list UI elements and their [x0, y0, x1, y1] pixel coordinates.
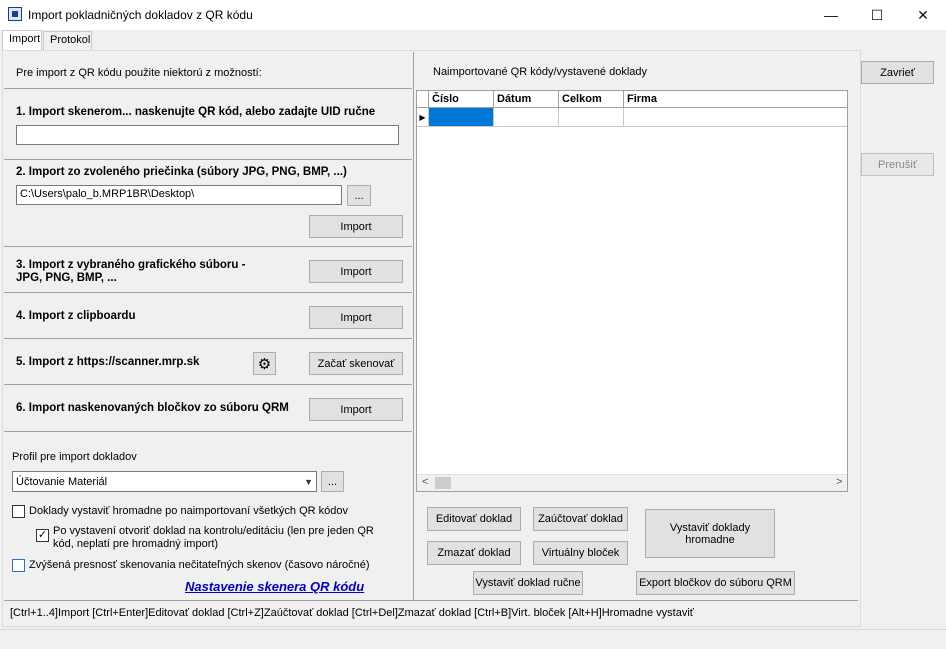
section-2-title: 2. Import zo zvoleného priečinka (súbory…	[16, 166, 347, 178]
column-header-datum[interactable]: Dátum	[494, 91, 559, 108]
bulk-issue-line2: hromadne	[685, 533, 735, 546]
table-cell[interactable]	[559, 108, 624, 127]
table-cell[interactable]	[624, 108, 847, 127]
manual-issue-button[interactable]: Vystaviť doklad ručne	[473, 571, 583, 595]
import-file-button[interactable]: Import	[309, 260, 403, 283]
tab-protokol[interactable]: Protokol	[43, 31, 92, 50]
divider	[4, 292, 412, 293]
import-folder-button[interactable]: Import	[309, 215, 403, 238]
row-pointer-icon: ▶	[417, 108, 429, 127]
start-scanning-button[interactable]: Začať skenovať	[309, 352, 403, 375]
section-1-title: 1. Import skenerom... naskenujte QR kód,…	[16, 106, 376, 118]
scanner-settings-link[interactable]: Nastavenie skenera QR kódu	[185, 579, 364, 594]
bulk-issue-label: Doklady vystaviť hromadne po naimportova…	[29, 505, 348, 517]
profile-select-value: Účtovanie Materiál	[16, 475, 108, 488]
uid-input[interactable]	[16, 125, 399, 145]
tab-import[interactable]: Import	[2, 30, 42, 51]
browse-folder-button[interactable]: ...	[347, 185, 371, 206]
delete-document-button[interactable]: Zmazať doklad	[427, 541, 521, 565]
panel-divider	[413, 52, 414, 600]
divider	[4, 600, 858, 601]
status-bar	[0, 629, 946, 649]
open-after-issue-checkbox[interactable]: ✓	[36, 529, 49, 542]
profile-label: Profil pre import dokladov	[12, 451, 137, 463]
chevron-down-icon: ▼	[304, 476, 313, 487]
column-header-celkom[interactable]: Celkom	[559, 91, 624, 108]
open-after-issue-label-line1: Po vystavení otvoriť doklad na kontrolu/…	[53, 525, 374, 537]
section-3-title-line2: JPG, PNG, BMP, ...	[16, 272, 117, 284]
scroll-left-icon[interactable]: <	[422, 476, 428, 488]
column-header-cislo[interactable]: Číslo	[429, 91, 494, 108]
divider	[4, 159, 412, 160]
section-6-title: 6. Import naskenovaných bločkov zo súbor…	[16, 402, 289, 414]
edit-document-button[interactable]: Editovať doklad	[427, 507, 521, 531]
gear-icon: ⚙	[257, 355, 272, 373]
bulk-issue-button[interactable]: Vystaviť doklady hromadne	[645, 509, 775, 558]
profile-browse-button[interactable]: ...	[321, 471, 344, 492]
section-4-title: 4. Import z clipboardu	[16, 310, 136, 322]
export-qrm-button[interactable]: Export bločkov do súboru QRM	[636, 571, 795, 595]
close-button[interactable]: Zavrieť	[861, 61, 934, 84]
bulk-issue-checkbox[interactable]	[12, 505, 25, 518]
table-cell[interactable]	[429, 108, 494, 127]
increased-precision-checkbox[interactable]	[12, 559, 25, 572]
divider	[4, 338, 412, 339]
profile-select[interactable]: Účtovanie Materiál ▼	[12, 471, 317, 492]
divider	[4, 246, 412, 247]
divider	[4, 384, 412, 385]
checkmark-icon: ✓	[37, 529, 48, 541]
scroll-right-icon[interactable]: >	[836, 476, 842, 488]
divider	[4, 431, 412, 432]
scrollbar-thumb[interactable]	[435, 477, 451, 489]
import-qrm-button[interactable]: Import	[309, 398, 403, 421]
minimize-button[interactable]: —	[808, 0, 854, 30]
imported-heading: Naimportované QR kódy/vystavené doklady	[433, 66, 647, 78]
virtual-receipt-button[interactable]: Virtuálny bloček	[533, 541, 628, 565]
horizontal-scrollbar[interactable]: < >	[417, 474, 847, 491]
post-document-button[interactable]: Zaúčtovať doklad	[533, 507, 628, 531]
scanner-settings-button[interactable]: ⚙	[253, 352, 276, 375]
section-5-title: 5. Import z https://scanner.mrp.sk	[16, 356, 200, 368]
bulk-issue-line1: Vystaviť doklady	[669, 521, 751, 534]
folder-path-input[interactable]: C:\Users\palo_b.MRP1BR\Desktop\	[16, 185, 342, 205]
close-window-button[interactable]: ✕	[900, 0, 946, 30]
column-header-firma[interactable]: Firma	[624, 91, 847, 108]
divider	[4, 88, 412, 89]
interrupt-button[interactable]: Prerušiť	[861, 153, 934, 176]
table-cell[interactable]	[494, 108, 559, 127]
app-icon	[8, 7, 22, 21]
increased-precision-label: Zvýšená presnosť skenovania nečitateľnýc…	[29, 559, 370, 571]
section-3-title-line1: 3. Import z vybraného grafického súboru …	[16, 259, 246, 271]
maximize-button[interactable]: ☐	[854, 0, 900, 30]
intro-text: Pre import z QR kódu použite niektorú z …	[16, 67, 262, 79]
window-title: Import pokladničných dokladov z QR kódu	[28, 8, 253, 22]
import-clipboard-button[interactable]: Import	[309, 306, 403, 329]
shortcuts-bar: [Ctrl+1..4]Import [Ctrl+Enter]Editovať d…	[10, 607, 694, 619]
open-after-issue-label-line2: kód, neplatí pre hromadný import)	[53, 538, 219, 550]
documents-grid[interactable]: Číslo Dátum Celkom Firma ▶ < >	[416, 90, 848, 492]
row-header-corner	[417, 91, 429, 108]
